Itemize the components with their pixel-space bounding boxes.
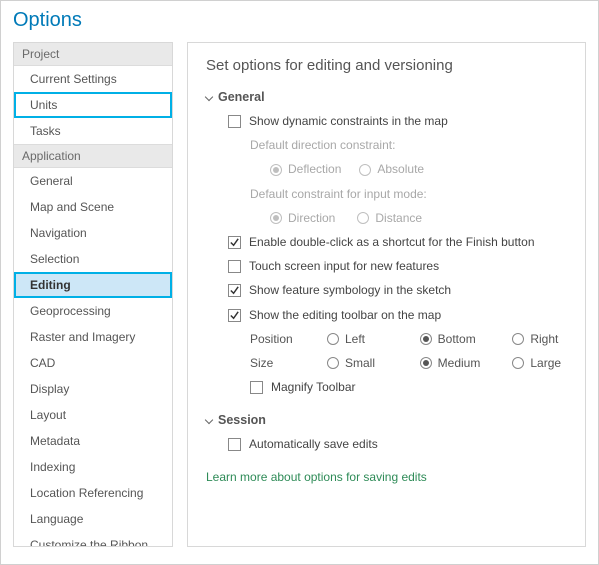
group-general-label: General	[218, 90, 265, 104]
radio-label: Left	[345, 330, 365, 349]
sidebar: Project Current Settings Units Tasks App…	[13, 42, 173, 547]
option-label: Automatically save edits	[249, 435, 378, 454]
sidebar-item-language[interactable]: Language	[14, 506, 172, 532]
sidebar-item-display[interactable]: Display	[14, 376, 172, 402]
radio-label: Right	[530, 330, 558, 349]
radio-deflection	[270, 164, 282, 176]
sidebar-item-current-settings[interactable]: Current Settings	[14, 66, 172, 92]
dialog-body: Project Current Settings Units Tasks App…	[1, 42, 598, 559]
radio-label-distance: Distance	[375, 209, 422, 228]
radio-absolute	[359, 164, 371, 176]
sidebar-item-layout[interactable]: Layout	[14, 402, 172, 428]
radio-label: Large	[530, 354, 561, 373]
checkbox-icon[interactable]	[228, 284, 241, 297]
sidebar-item-location-referencing[interactable]: Location Referencing	[14, 480, 172, 506]
radio-label-direction: Direction	[288, 209, 335, 228]
radio-label: Small	[345, 354, 375, 373]
radio-distance	[357, 212, 369, 224]
option-label: Show feature symbology in the sketch	[249, 281, 451, 300]
option-magnify[interactable]: Magnify Toolbar	[228, 378, 575, 397]
option-show-dynamic[interactable]: Show dynamic constraints in the map	[228, 112, 575, 131]
radio-label: Medium	[438, 354, 481, 373]
radio-group-input-mode: Direction Distance	[228, 209, 575, 228]
option-touch[interactable]: Touch screen input for new features	[228, 257, 575, 276]
option-position: Position Left Bottom Right	[228, 330, 575, 349]
option-label: Show dynamic constraints in the map	[249, 112, 448, 131]
sidebar-item-navigation[interactable]: Navigation	[14, 220, 172, 246]
option-label: Show the editing toolbar on the map	[249, 306, 441, 325]
sidebar-item-customize-the-ribbon[interactable]: Customize the Ribbon	[14, 532, 172, 547]
panel-heading: Set options for editing and versioning	[206, 57, 575, 74]
chevron-down-icon	[205, 416, 213, 424]
sidebar-section-application: Application	[14, 144, 172, 168]
sidebar-item-tasks[interactable]: Tasks	[14, 118, 172, 144]
group-session-label: Session	[218, 413, 266, 427]
radio-size-medium[interactable]: Medium	[420, 354, 483, 373]
radio-label: Bottom	[438, 330, 476, 349]
chevron-down-icon	[205, 93, 213, 101]
position-label: Position	[250, 330, 297, 349]
window-title: Options	[1, 1, 598, 42]
sidebar-item-metadata[interactable]: Metadata	[14, 428, 172, 454]
sidebar-section-project: Project	[14, 43, 172, 66]
learn-more-link[interactable]: Learn more about options for saving edit…	[206, 470, 575, 484]
group-general-header[interactable]: General	[206, 90, 575, 104]
label-default-direction: Default direction constraint:	[228, 136, 575, 155]
option-label: Enable double-click as a shortcut for th…	[249, 233, 535, 252]
sidebar-item-geoprocessing[interactable]: Geoprocessing	[14, 298, 172, 324]
checkbox-icon[interactable]	[228, 236, 241, 249]
checkbox-icon[interactable]	[250, 381, 263, 394]
option-toolbar[interactable]: Show the editing toolbar on the map	[228, 306, 575, 325]
checkbox-icon[interactable]	[228, 115, 241, 128]
group-session-header[interactable]: Session	[206, 413, 575, 427]
radio-position-left[interactable]: Left	[327, 330, 390, 349]
option-autosave[interactable]: Automatically save edits	[228, 435, 575, 454]
content-panel: Set options for editing and versioning G…	[187, 42, 586, 547]
radio-label-absolute: Absolute	[377, 160, 424, 179]
radio-position-right[interactable]: Right	[512, 330, 575, 349]
option-enable-dblclick[interactable]: Enable double-click as a shortcut for th…	[228, 233, 575, 252]
group-session-body: Automatically save edits	[206, 435, 575, 454]
checkbox-icon[interactable]	[228, 438, 241, 451]
size-label: Size	[250, 354, 297, 373]
label-default-input: Default constraint for input mode:	[228, 185, 575, 204]
sidebar-item-editing[interactable]: Editing	[14, 272, 172, 298]
sidebar-item-units[interactable]: Units	[14, 92, 172, 118]
sidebar-item-selection[interactable]: Selection	[14, 246, 172, 272]
option-label: Magnify Toolbar	[271, 378, 356, 397]
sidebar-item-indexing[interactable]: Indexing	[14, 454, 172, 480]
radio-position-bottom[interactable]: Bottom	[420, 330, 483, 349]
option-size: Size Small Medium Large	[228, 354, 575, 373]
sidebar-item-map-and-scene[interactable]: Map and Scene	[14, 194, 172, 220]
option-symbology[interactable]: Show feature symbology in the sketch	[228, 281, 575, 300]
sidebar-item-general[interactable]: General	[14, 168, 172, 194]
option-label: Touch screen input for new features	[249, 257, 439, 276]
checkbox-icon[interactable]	[228, 260, 241, 273]
radio-group-direction-constraint: Deflection Absolute	[228, 160, 575, 179]
radio-direction	[270, 212, 282, 224]
sidebar-item-raster-and-imagery[interactable]: Raster and Imagery	[14, 324, 172, 350]
radio-size-small[interactable]: Small	[327, 354, 390, 373]
radio-size-large[interactable]: Large	[512, 354, 575, 373]
checkbox-icon[interactable]	[228, 309, 241, 322]
group-general-body: Show dynamic constraints in the map Defa…	[206, 112, 575, 397]
radio-label-deflection: Deflection	[288, 160, 341, 179]
sidebar-item-cad[interactable]: CAD	[14, 350, 172, 376]
